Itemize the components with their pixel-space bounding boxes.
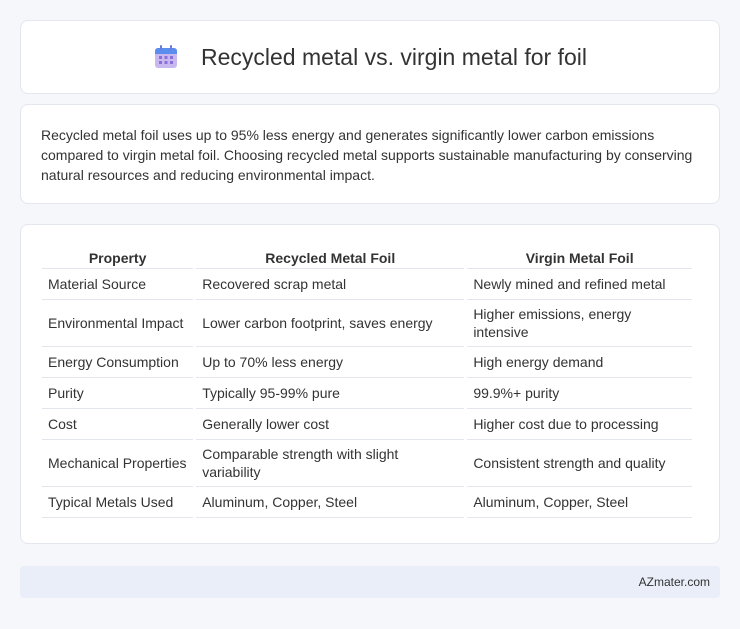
table-cell: High energy demand — [467, 347, 692, 378]
table-cell: Environmental Impact — [42, 300, 194, 347]
comparison-table-card: Property Recycled Metal Foil Virgin Meta… — [20, 224, 720, 544]
title-card: Recycled metal vs. virgin metal for foil — [20, 20, 720, 94]
table-row: Material Source Recovered scrap metal Ne… — [42, 269, 692, 300]
comparison-table: Property Recycled Metal Foil Virgin Meta… — [39, 245, 695, 518]
table-row: Cost Generally lower cost Higher cost du… — [42, 409, 692, 440]
column-header: Property — [42, 245, 194, 269]
table-row: Energy Consumption Up to 70% less energy… — [42, 347, 692, 378]
table-row: Mechanical Properties Comparable strengt… — [42, 440, 692, 487]
table-row: Typical Metals Used Aluminum, Copper, St… — [42, 487, 692, 518]
column-header: Recycled Metal Foil — [196, 245, 465, 269]
table-header-row: Property Recycled Metal Foil Virgin Meta… — [42, 245, 692, 269]
table-cell: Up to 70% less energy — [196, 347, 465, 378]
table-cell: Material Source — [42, 269, 194, 300]
column-header: Virgin Metal Foil — [467, 245, 692, 269]
table-cell: Higher emissions, energy intensive — [467, 300, 692, 347]
table-cell: Lower carbon footprint, saves energy — [196, 300, 465, 347]
table-cell: Cost — [42, 409, 194, 440]
table-cell: Generally lower cost — [196, 409, 465, 440]
summary-card: Recycled metal foil uses up to 95% less … — [20, 104, 720, 204]
calendar-icon — [153, 44, 179, 70]
table-cell: Energy Consumption — [42, 347, 194, 378]
footer-bar: AZmater.com — [20, 566, 720, 598]
table-row: Purity Typically 95-99% pure 99.9%+ puri… — [42, 378, 692, 409]
table-cell: Recovered scrap metal — [196, 269, 465, 300]
table-cell: 99.9%+ purity — [467, 378, 692, 409]
table-cell: Newly mined and refined metal — [467, 269, 692, 300]
footer-brand: AZmater.com — [638, 575, 710, 589]
table-cell: Comparable strength with slight variabil… — [196, 440, 465, 487]
table-cell: Consistent strength and quality — [467, 440, 692, 487]
table-cell: Aluminum, Copper, Steel — [467, 487, 692, 518]
table-cell: Higher cost due to processing — [467, 409, 692, 440]
summary-text: Recycled metal foil uses up to 95% less … — [41, 127, 693, 183]
table-cell: Typical Metals Used — [42, 487, 194, 518]
table-cell: Purity — [42, 378, 194, 409]
table-row: Environmental Impact Lower carbon footpr… — [42, 300, 692, 347]
table-cell: Mechanical Properties — [42, 440, 194, 487]
page-title: Recycled metal vs. virgin metal for foil — [200, 43, 587, 70]
table-cell: Aluminum, Copper, Steel — [196, 487, 465, 518]
table-cell: Typically 95-99% pure — [196, 378, 465, 409]
